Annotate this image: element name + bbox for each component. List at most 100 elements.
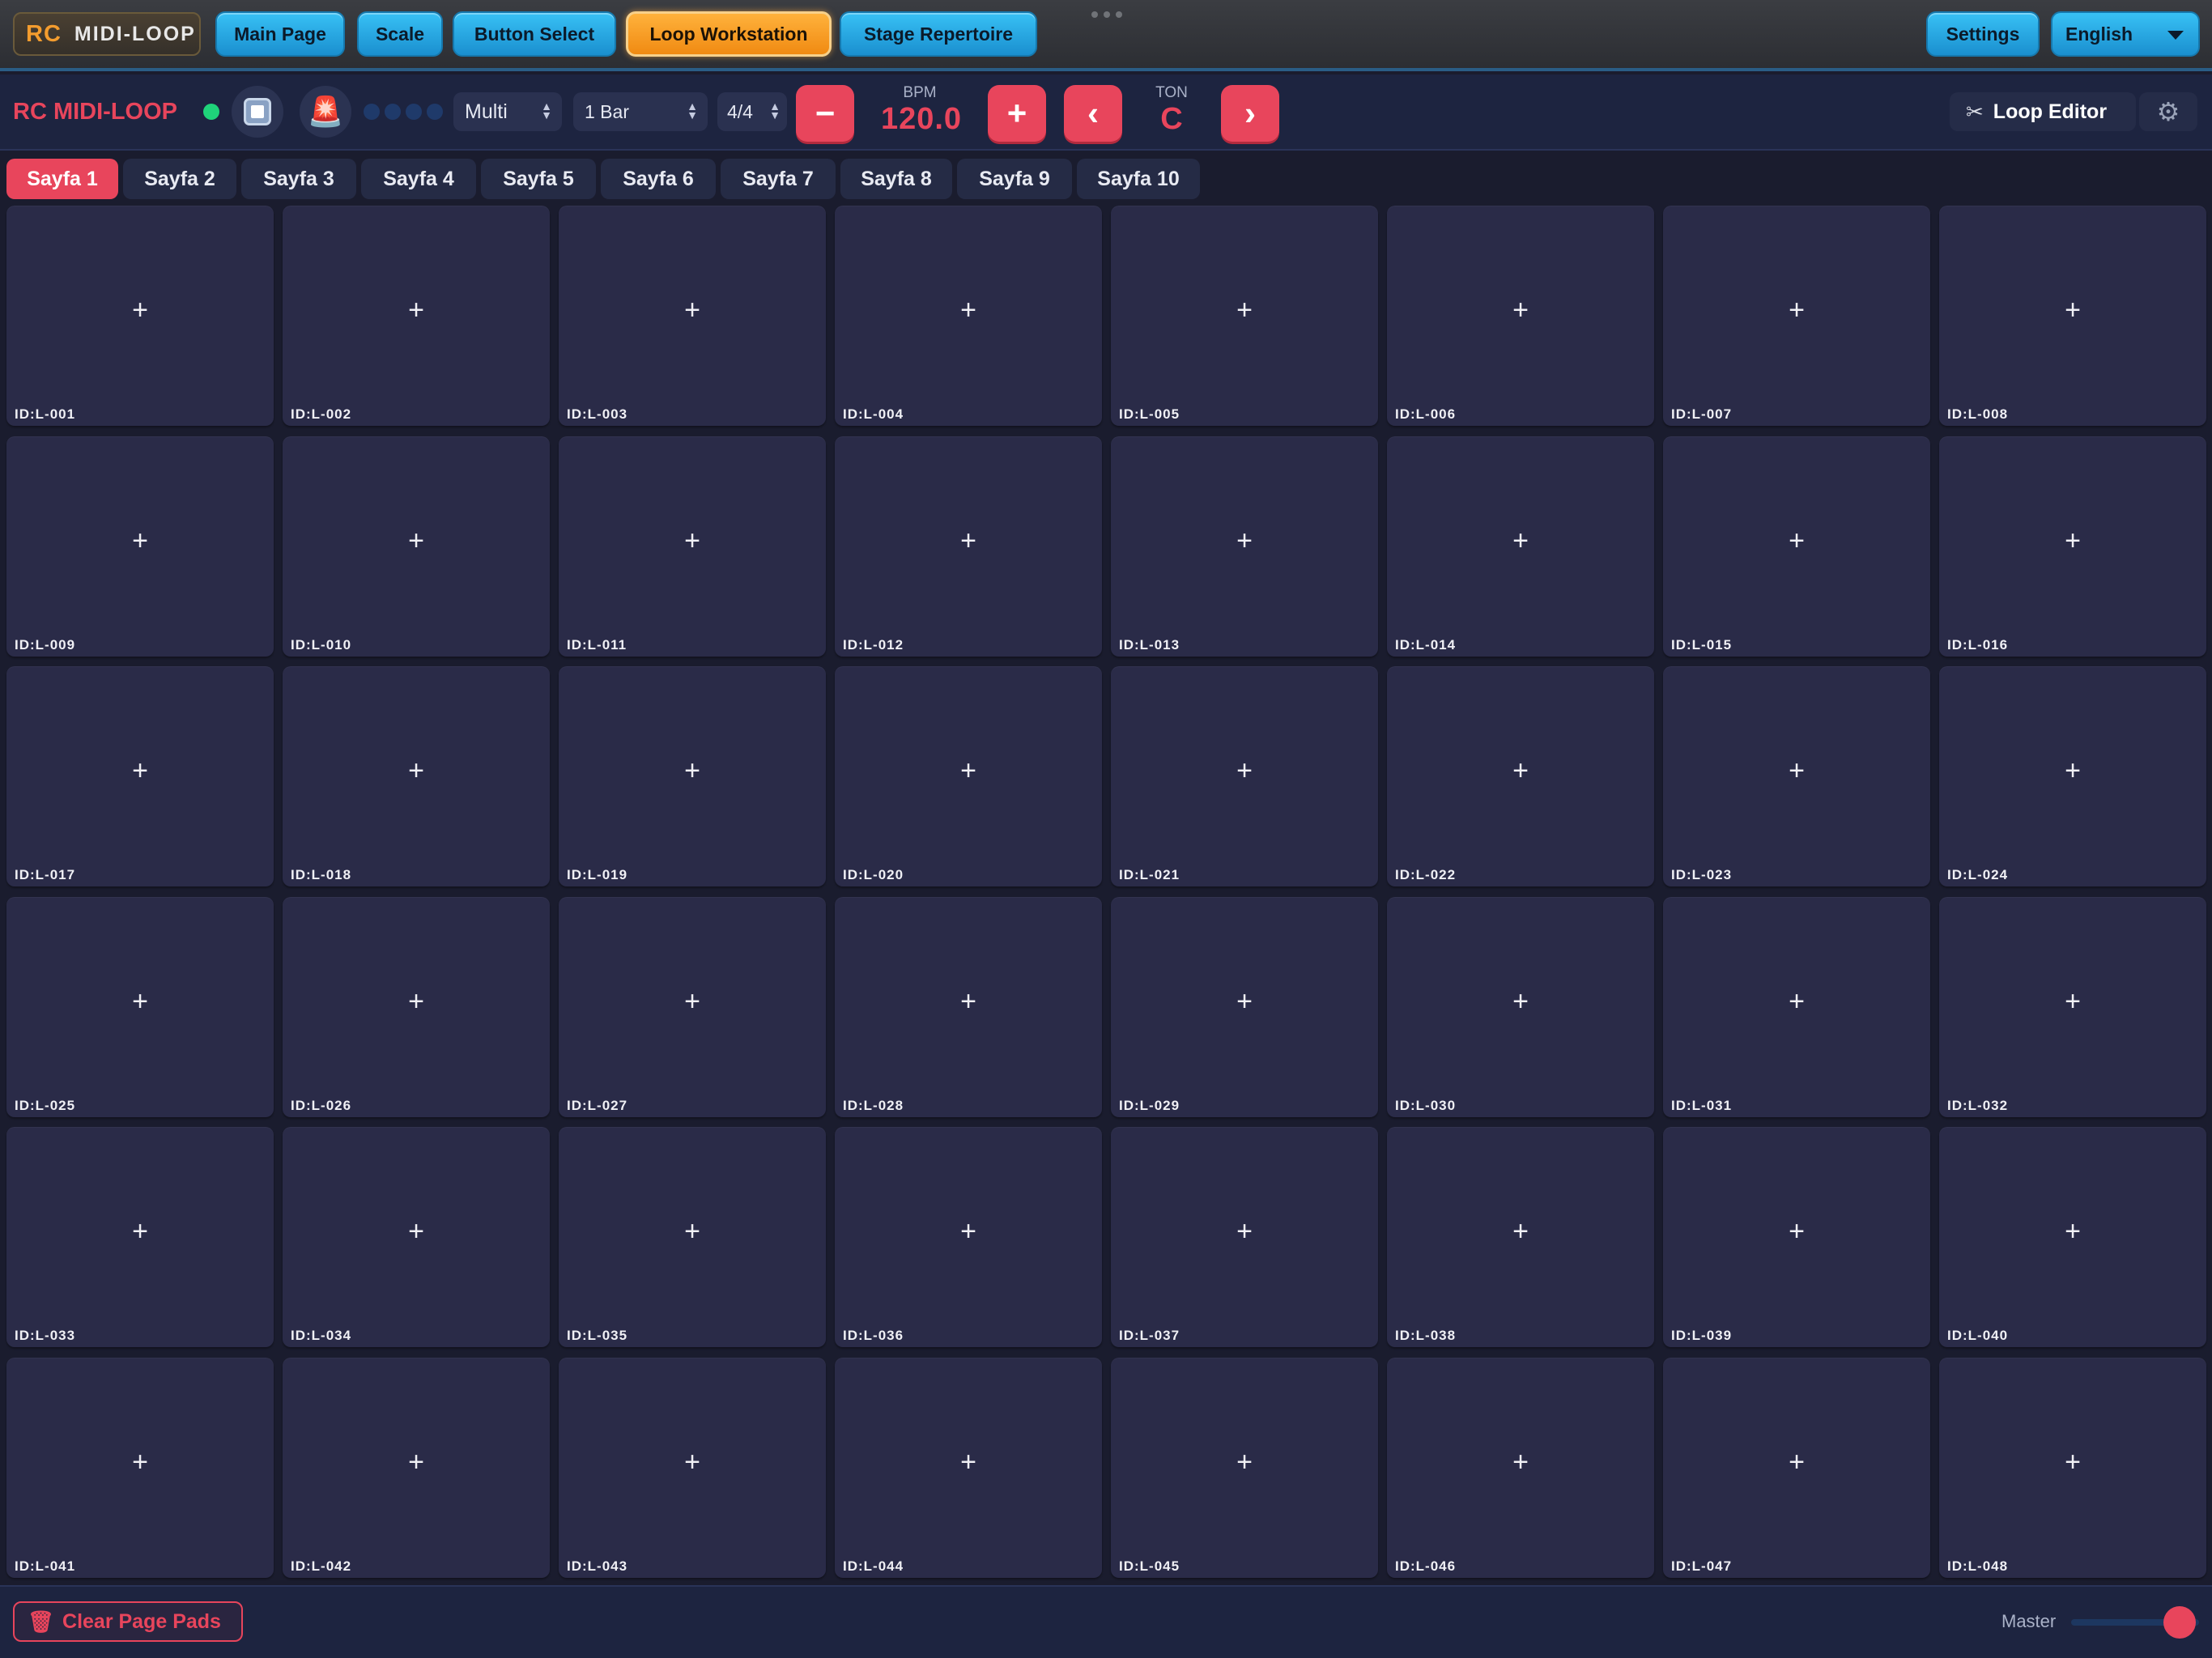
loop-pad[interactable]: + ID:L-038	[1387, 1127, 1654, 1347]
tab-sayfa-7[interactable]: Sayfa 7	[721, 159, 836, 199]
loop-pad[interactable]: + ID:L-043	[559, 1358, 826, 1578]
loop-pad[interactable]: + ID:L-005	[1111, 206, 1378, 426]
time-signature-select[interactable]: 4/4 ▲ ▼	[717, 92, 787, 131]
status-indicator	[203, 104, 219, 120]
pad-id-label: ID:L-038	[1395, 1328, 1457, 1343]
loop-pad[interactable]: + ID:L-045	[1111, 1358, 1378, 1578]
loop-pad[interactable]: + ID:L-007	[1663, 206, 1930, 426]
bpm-increase-button[interactable]: +	[988, 85, 1046, 142]
add-loop-icon: +	[960, 1216, 976, 1247]
drag-handle-icon[interactable]	[1091, 11, 1124, 19]
loop-pad[interactable]: + ID:L-022	[1387, 666, 1654, 886]
panic-button[interactable]: 🚨	[300, 86, 351, 138]
loop-pad[interactable]: + ID:L-019	[559, 666, 826, 886]
nav-loop-workstation-button[interactable]: Loop Workstation	[626, 11, 832, 57]
add-loop-icon: +	[408, 295, 424, 325]
loop-pad[interactable]: + ID:L-037	[1111, 1127, 1378, 1347]
loop-pad[interactable]: + ID:L-009	[6, 436, 274, 657]
loop-pad[interactable]: + ID:L-004	[835, 206, 1102, 426]
gear-icon[interactable]: ⚙	[2139, 92, 2197, 131]
add-loop-icon: +	[684, 295, 700, 325]
loop-pad[interactable]: + ID:L-026	[283, 897, 550, 1117]
add-loop-icon: +	[1236, 1447, 1253, 1477]
language-select[interactable]: English	[2051, 11, 2200, 57]
stop-icon	[244, 98, 271, 125]
loop-pad[interactable]: + ID:L-021	[1111, 666, 1378, 886]
add-loop-icon: +	[1236, 986, 1253, 1017]
pad-id-label: ID:L-012	[843, 637, 904, 653]
loop-pad[interactable]: + ID:L-015	[1663, 436, 1930, 657]
loop-pad[interactable]: + ID:L-002	[283, 206, 550, 426]
nav-button-select-button[interactable]: Button Select	[453, 11, 616, 57]
language-label: English	[2065, 23, 2133, 45]
loop-pad[interactable]: + ID:L-036	[835, 1127, 1102, 1347]
pad-id-label: ID:L-010	[291, 637, 352, 653]
loop-pad[interactable]: + ID:L-032	[1939, 897, 2206, 1117]
loop-pad[interactable]: + ID:L-013	[1111, 436, 1378, 657]
master-volume-knob[interactable]	[2163, 1606, 2196, 1639]
loop-pad[interactable]: + ID:L-018	[283, 666, 550, 886]
loop-pad[interactable]: + ID:L-030	[1387, 897, 1654, 1117]
tab-sayfa-6[interactable]: Sayfa 6	[601, 159, 716, 199]
loop-pad[interactable]: + ID:L-031	[1663, 897, 1930, 1117]
loop-pad[interactable]: + ID:L-040	[1939, 1127, 2206, 1347]
loop-pad[interactable]: + ID:L-025	[6, 897, 274, 1117]
tab-sayfa-5[interactable]: Sayfa 5	[481, 159, 596, 199]
mode-select[interactable]: Multi ▲ ▼	[453, 92, 562, 131]
tab-sayfa-4[interactable]: Sayfa 4	[361, 159, 476, 199]
bar-length-select[interactable]: 1 Bar ▲ ▼	[573, 92, 708, 131]
loop-pad[interactable]: + ID:L-003	[559, 206, 826, 426]
tab-sayfa-9[interactable]: Sayfa 9	[957, 159, 1072, 199]
loop-pad[interactable]: + ID:L-001	[6, 206, 274, 426]
loop-pad[interactable]: + ID:L-014	[1387, 436, 1654, 657]
add-loop-icon: +	[1512, 1447, 1529, 1477]
loop-pad[interactable]: + ID:L-046	[1387, 1358, 1654, 1578]
loop-pad[interactable]: + ID:L-008	[1939, 206, 2206, 426]
loop-pad[interactable]: + ID:L-028	[835, 897, 1102, 1117]
loop-pad[interactable]: + ID:L-047	[1663, 1358, 1930, 1578]
loop-editor-button[interactable]: ✂ Loop Editor	[1950, 92, 2136, 131]
tab-sayfa-1[interactable]: Sayfa 1	[6, 159, 118, 199]
add-loop-icon: +	[132, 986, 148, 1017]
bpm-decrease-button[interactable]: −	[796, 85, 854, 142]
loop-pad[interactable]: + ID:L-039	[1663, 1127, 1930, 1347]
ton-prev-button[interactable]: ‹	[1064, 85, 1122, 142]
loop-pad[interactable]: + ID:L-034	[283, 1127, 550, 1347]
loop-pad[interactable]: + ID:L-023	[1663, 666, 1930, 886]
nav-settings-button[interactable]: Settings	[1926, 11, 2040, 57]
tab-sayfa-8[interactable]: Sayfa 8	[840, 159, 952, 199]
loop-pad[interactable]: + ID:L-006	[1387, 206, 1654, 426]
pad-id-label: ID:L-036	[843, 1328, 904, 1343]
loop-pad[interactable]: + ID:L-016	[1939, 436, 2206, 657]
stop-button[interactable]	[232, 86, 283, 138]
loop-pad[interactable]: + ID:L-035	[559, 1127, 826, 1347]
add-loop-icon: +	[1789, 986, 1805, 1017]
add-loop-icon: +	[1236, 295, 1253, 325]
add-loop-icon: +	[1512, 986, 1529, 1017]
loop-pad[interactable]: + ID:L-029	[1111, 897, 1378, 1117]
ton-next-button[interactable]: ›	[1221, 85, 1279, 142]
loop-pad[interactable]: + ID:L-011	[559, 436, 826, 657]
loop-pad[interactable]: + ID:L-048	[1939, 1358, 2206, 1578]
loop-pad[interactable]: + ID:L-044	[835, 1358, 1102, 1578]
loop-pad[interactable]: + ID:L-012	[835, 436, 1102, 657]
beat-indicator	[364, 104, 443, 120]
trash-icon: 🗑	[28, 1609, 55, 1634]
clear-page-pads-button[interactable]: 🗑 Clear Page Pads	[13, 1601, 243, 1642]
loop-pad[interactable]: + ID:L-033	[6, 1127, 274, 1347]
add-loop-icon: +	[1512, 525, 1529, 556]
loop-pad[interactable]: + ID:L-042	[283, 1358, 550, 1578]
loop-pad[interactable]: + ID:L-027	[559, 897, 826, 1117]
tab-sayfa-3[interactable]: Sayfa 3	[241, 159, 356, 199]
loop-pad[interactable]: + ID:L-024	[1939, 666, 2206, 886]
loop-pad[interactable]: + ID:L-010	[283, 436, 550, 657]
nav-scale-button[interactable]: Scale	[357, 11, 443, 57]
tab-sayfa-2[interactable]: Sayfa 2	[123, 159, 236, 199]
loop-pad[interactable]: + ID:L-041	[6, 1358, 274, 1578]
pad-id-label: ID:L-005	[1119, 406, 1180, 422]
loop-pad[interactable]: + ID:L-017	[6, 666, 274, 886]
loop-pad[interactable]: + ID:L-020	[835, 666, 1102, 886]
nav-main-page-button[interactable]: Main Page	[215, 11, 345, 57]
tab-sayfa-10[interactable]: Sayfa 10	[1077, 159, 1200, 199]
nav-stage-repertoire-button[interactable]: Stage Repertoire	[840, 11, 1037, 57]
